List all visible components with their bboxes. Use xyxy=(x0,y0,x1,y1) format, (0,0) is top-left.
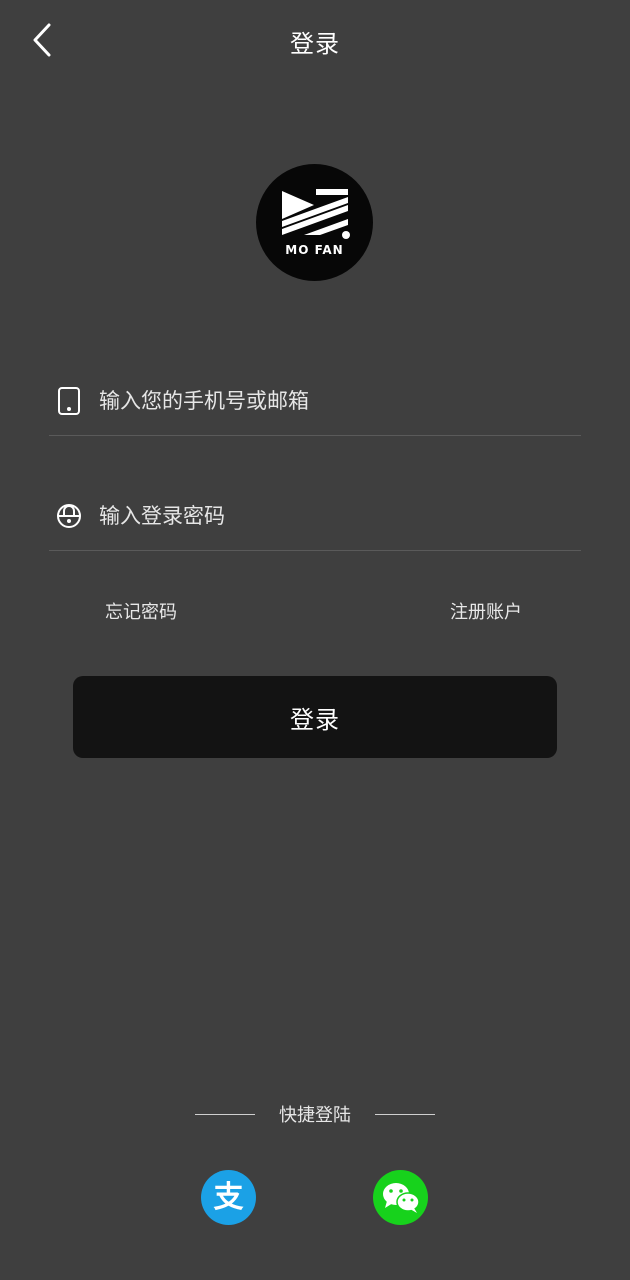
alipay-icon: 支 xyxy=(213,1179,244,1215)
wechat-icon xyxy=(382,1182,420,1213)
divider-line-right xyxy=(375,1113,435,1115)
page-title: 登录 xyxy=(290,30,340,58)
lock-icon xyxy=(55,501,83,531)
forgot-password-link[interactable]: 忘记密码 xyxy=(105,598,177,624)
app-logo: MO FAN xyxy=(256,164,373,281)
login-button[interactable]: 登录 xyxy=(73,676,557,758)
phone-icon xyxy=(55,386,83,416)
account-field xyxy=(49,366,581,436)
alipay-login-button[interactable]: 支 xyxy=(201,1170,256,1225)
wechat-login-button[interactable] xyxy=(373,1170,428,1225)
account-input[interactable] xyxy=(99,388,539,413)
register-link[interactable]: 注册账户 xyxy=(450,598,522,624)
password-field xyxy=(49,481,581,551)
password-input[interactable] xyxy=(99,503,539,528)
logo-text: MO FAN xyxy=(285,242,344,257)
logo-mark-icon xyxy=(281,188,350,239)
quick-login-label: 快捷登陆 xyxy=(279,1105,351,1126)
header: 登录 xyxy=(0,0,630,84)
quick-login-divider: 快捷登陆 xyxy=(195,1100,435,1128)
divider-line-left xyxy=(195,1113,255,1115)
